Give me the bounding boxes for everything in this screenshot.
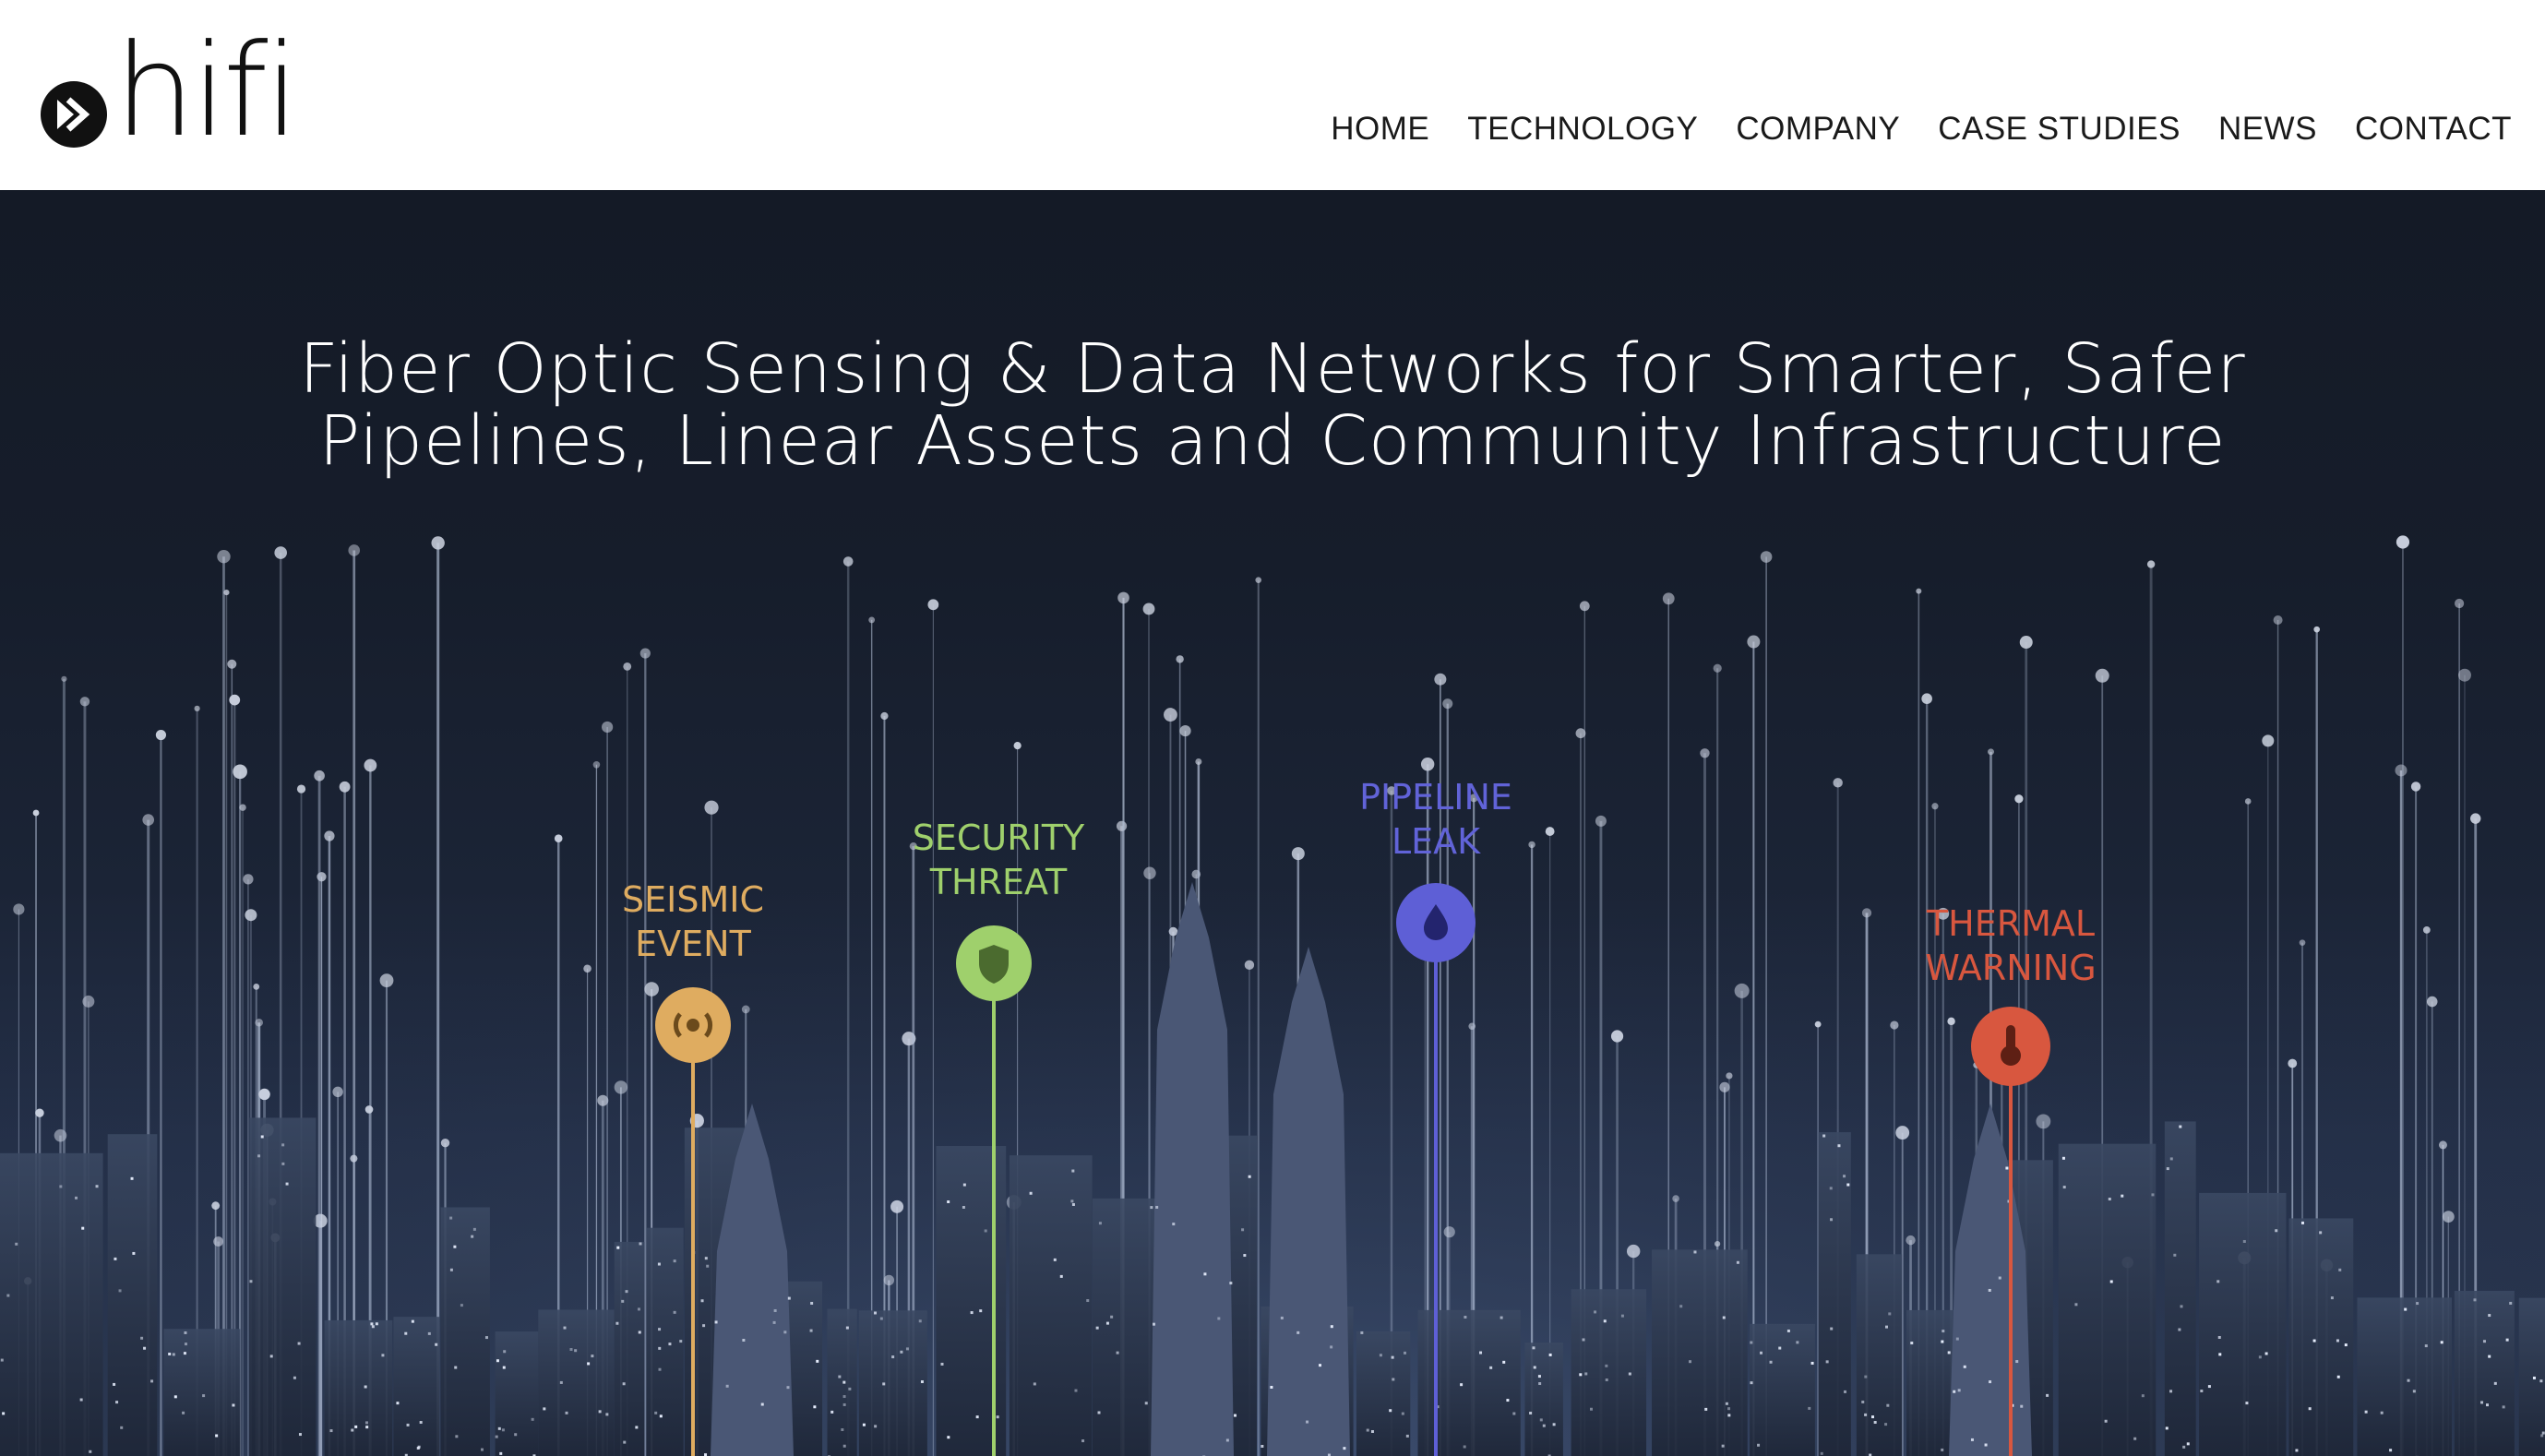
- pipeline-marker[interactable]: [1396, 883, 1476, 1456]
- main-nav: HOME TECHNOLOGY COMPANY CASE STUDIES NEW…: [1293, 111, 2512, 148]
- nav-home[interactable]: HOME: [1331, 111, 1429, 148]
- sensor-markers-layer: [655, 883, 2050, 1456]
- nav-company[interactable]: COMPANY: [1736, 111, 1900, 148]
- thermal-marker[interactable]: [1971, 1007, 2050, 1456]
- logo-wordmark: hifi: [114, 17, 300, 165]
- hero-banner: Fiber Optic Sensing & Data Networks for …: [0, 190, 2545, 1456]
- logo-play-icon: [41, 81, 107, 148]
- hifi-logo[interactable]: hifi: [37, 28, 300, 155]
- nav-technology[interactable]: TECHNOLOGY: [1467, 111, 1698, 148]
- nav-contact[interactable]: CONTACT: [2355, 111, 2512, 148]
- security-marker[interactable]: [956, 925, 1032, 1456]
- nav-case-studies[interactable]: CASE STUDIES: [1938, 111, 2181, 148]
- site-header: hifi HOME TECHNOLOGY COMPANY CASE STUDIE…: [0, 0, 2545, 190]
- nav-news[interactable]: NEWS: [2218, 111, 2317, 148]
- seismic-marker[interactable]: [655, 987, 731, 1456]
